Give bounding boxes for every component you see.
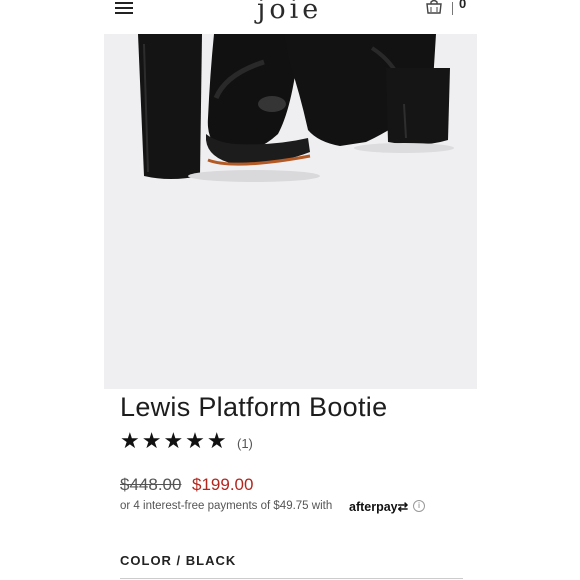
afterpay-arrows-icon: ⇄ — [397, 500, 409, 514]
product-title: Lewis Platform Bootie — [120, 392, 388, 422]
brand-logo[interactable]: JOIE — [257, 0, 322, 25]
cart-count[interactable]: 0 — [459, 0, 466, 11]
afterpay-logo[interactable]: afterpay⇄ — [349, 499, 408, 514]
info-icon[interactable]: i — [413, 500, 425, 512]
header-divider — [452, 2, 453, 15]
menu-icon[interactable] — [115, 2, 133, 15]
installment-text: or 4 interest-free payments of $49.75 wi… — [120, 500, 333, 512]
shopping-bag-icon[interactable] — [424, 0, 444, 19]
color-divider — [120, 578, 463, 579]
site-header: JOIE 0 — [104, 0, 477, 34]
product-image[interactable] — [104, 34, 477, 389]
afterpay-label: afterpay — [349, 500, 398, 514]
color-label: COLOR / BLACK — [120, 553, 237, 568]
sale-price: $199.00 — [192, 475, 254, 494]
review-count[interactable]: (1) — [237, 436, 253, 451]
original-price: $448.00 — [120, 475, 182, 494]
rating-stars[interactable]: ★★★★★ — [120, 430, 229, 452]
